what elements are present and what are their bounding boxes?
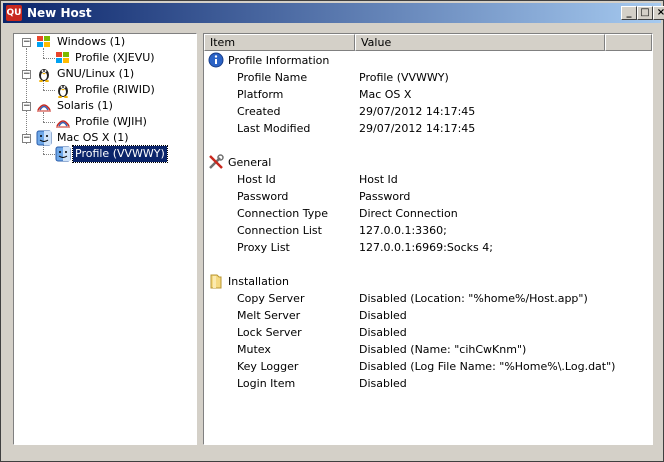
section-title: Installation [228,275,289,288]
item-label: Lock Server [237,326,302,339]
item-label: Password [237,190,289,203]
column-header-value[interactable]: Value [355,34,605,51]
list-item[interactable]: Profile Name Profile (VVWWY) [204,69,650,86]
tree-node-windows[interactable]: − Windows (1) [14,34,194,50]
tree-node-mac-os-x[interactable]: − Mac OS X (1) [14,130,194,146]
collapse-toggle[interactable]: − [22,134,31,143]
item-value: Disabled [359,309,407,322]
info-icon [208,52,224,68]
collapse-toggle[interactable]: − [22,70,31,79]
tree-item-label: Profile (WJIH) [75,115,147,128]
collapse-toggle[interactable]: − [22,38,31,47]
list-item[interactable]: Connection List 127.0.0.1:3360; [204,222,650,239]
tux-penguin-icon [39,69,49,82]
item-label: Proxy List [237,241,290,254]
windows-flag-icon [37,36,50,47]
section-header[interactable]: Installation [204,273,650,290]
windows-flag-icon [56,52,69,63]
collapse-toggle[interactable]: − [22,102,31,111]
column-header-filler [605,34,652,51]
tree-node-label: GNU/Linux (1) [57,67,135,80]
list-item[interactable]: Login Item Disabled [204,375,650,392]
item-value: Disabled (Location: "%home%/Host.app") [359,292,588,305]
column-header-item[interactable]: Item [204,34,355,51]
section-header[interactable]: Profile Information [204,52,650,69]
profile-details-list[interactable]: Item Value Profile Information Profile N… [203,33,653,445]
tree-node-solaris[interactable]: − Solaris (1) [14,98,194,114]
host-tree-panel[interactable]: − Windows (1) Profile (XJEVU) − GNU/Linu… [13,33,197,445]
item-value: Profile (VVWWY) [359,71,449,84]
solaris-sun-icon [56,120,70,128]
list-item[interactable]: Proxy List 127.0.0.1:6969:Socks 4; [204,239,650,256]
item-value: 29/07/2012 14:17:45 [359,105,476,118]
title-bar[interactable]: QU New Host _ □ × [3,3,664,23]
list-item[interactable]: Created 29/07/2012 14:17:45 [204,103,650,120]
item-label: Connection Type [237,207,329,220]
list-item[interactable]: Copy Server Disabled (Location: "%home%/… [204,290,650,307]
item-label: Key Logger [237,360,299,373]
tree-node-label: Windows (1) [57,35,126,48]
item-value: 127.0.0.1:6969:Socks 4; [359,241,493,254]
section-header[interactable]: General [204,154,650,171]
list-item[interactable]: Melt Server Disabled [204,307,650,324]
item-value: 29/07/2012 14:17:45 [359,122,476,135]
list-item[interactable]: Mutex Disabled (Name: "cihCwKnm") [204,341,650,358]
tree-node-gnu-linux[interactable]: − GNU/Linux (1) [14,66,194,82]
section-title: General [228,156,272,169]
item-value: Host Id [359,173,398,186]
item-value: 127.0.0.1:3360; [359,224,447,237]
item-label: Mutex [237,343,271,356]
new-host-window: QU New Host _ □ × − Windows (1) Profile … [0,0,664,462]
tree-item-profile-vvwwy[interactable]: Profile (VVWWY) [14,145,194,163]
list-item[interactable]: Last Modified 29/07/2012 14:17:45 [204,120,650,137]
maximize-button[interactable]: □ [637,6,653,20]
section-title: Profile Information [228,54,330,67]
tree-item-profile-wjih[interactable]: Profile (WJIH) [14,114,194,130]
item-label: Host Id [237,173,276,186]
item-label: Last Modified [237,122,311,135]
tree-item-profile-riwid[interactable]: Profile (RIWID) [14,82,194,98]
tree-item-label-selected: Profile (VVWWY) [72,145,168,163]
mac-finder-icon [36,130,52,146]
solaris-sun-icon [37,104,51,112]
mac-finder-icon [55,146,71,162]
tree-node-label: Mac OS X (1) [57,131,129,144]
folder-icon [210,274,222,289]
list-item[interactable]: Password Password [204,188,650,205]
tree-item-label: Profile (RIWID) [75,83,155,96]
tree-node-label: Solaris (1) [57,99,113,112]
list-item[interactable]: Platform Mac OS X [204,86,650,103]
list-item[interactable]: Connection Type Direct Connection [204,205,650,222]
minimize-button[interactable]: _ [621,6,637,20]
tux-penguin-icon [58,85,68,98]
app-logo-icon: QU [6,5,22,21]
item-value: Disabled (Log File Name: "%Home%\.Log.da… [359,360,616,373]
item-label: Melt Server [237,309,301,322]
item-label: Created [237,105,281,118]
item-label: Connection List [237,224,322,237]
item-value: Disabled (Name: "cihCwKnm") [359,343,527,356]
tree-item-profile-xjevu[interactable]: Profile (XJEVU) [14,50,194,66]
item-label: Copy Server [237,292,305,305]
list-item[interactable]: Lock Server Disabled [204,324,650,341]
item-label: Login Item [237,377,296,390]
item-value: Mac OS X [359,88,412,101]
item-value: Disabled [359,377,407,390]
item-value: Direct Connection [359,207,458,220]
list-item[interactable]: Host Id Host Id [204,171,650,188]
tools-icon [209,154,224,169]
list-item[interactable]: Key Logger Disabled (Log File Name: "%Ho… [204,358,650,375]
close-button[interactable]: × [653,6,664,20]
item-label: Profile Name [237,71,308,84]
window-title: New Host [27,6,92,20]
tree-item-label: Profile (XJEVU) [75,51,155,64]
item-label: Platform [237,88,284,101]
item-value: Password [359,190,411,203]
item-value: Disabled [359,326,407,339]
